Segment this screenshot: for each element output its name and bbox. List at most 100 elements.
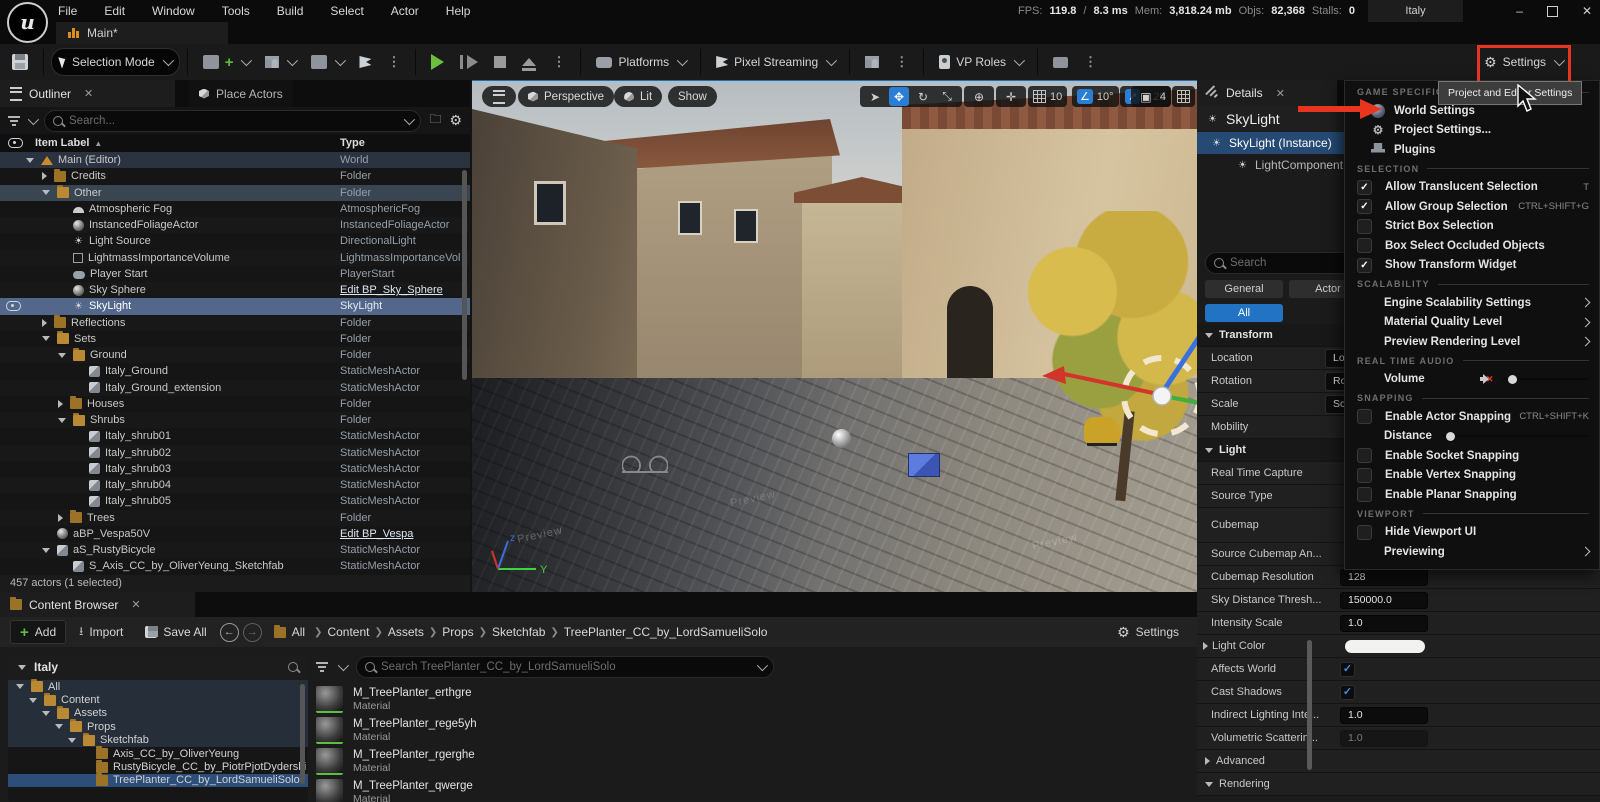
expander-icon[interactable] — [58, 353, 66, 358]
expander-icon[interactable] — [42, 190, 50, 195]
outliner-search-input[interactable]: Search... — [44, 110, 421, 132]
expander-icon[interactable] — [42, 172, 47, 180]
expander-icon[interactable] — [42, 711, 50, 716]
folder-tree-item[interactable]: Props — [8, 720, 308, 733]
asset-list-item[interactable]: M_TreePlanter_rgergheMaterial — [316, 746, 1189, 777]
outliner-row[interactable]: TreesFolder — [0, 510, 470, 526]
expander-icon[interactable] — [42, 319, 47, 327]
outliner-row[interactable]: Italy_shrub05StaticMeshActor — [0, 493, 470, 509]
back-button[interactable]: ← — [220, 623, 239, 642]
menu-item-plugins[interactable]: Plugins — [1345, 140, 1599, 160]
move-tool[interactable]: ✥ — [889, 87, 909, 106]
close-tab-icon[interactable]: ✕ — [84, 87, 93, 100]
expander-icon[interactable] — [68, 738, 76, 743]
filter-icon[interactable] — [8, 116, 20, 126]
blueprints-button[interactable] — [257, 49, 303, 75]
rotation-snap-control[interactable]: ∠10° — [1072, 86, 1119, 107]
menu-item-enable-actor-snapping[interactable]: Enable Actor SnappingCTRL+SHIFT+K — [1345, 407, 1599, 427]
close-details-icon[interactable]: ✕ — [1276, 87, 1285, 100]
checkbox-icon[interactable] — [1357, 219, 1372, 234]
filter-chevron-icon[interactable] — [338, 660, 349, 671]
save-all-button[interactable]: Save All — [136, 621, 215, 643]
folder-tree-item[interactable]: Sketchfab — [8, 734, 308, 747]
slider-knob[interactable] — [1446, 432, 1455, 441]
outliner-row-type[interactable]: Edit BP_Vespa — [340, 528, 413, 540]
frame-skip-button[interactable] — [452, 49, 486, 75]
property-checkbox[interactable]: ✓ — [1340, 685, 1355, 700]
breadcrumb-item[interactable]: TreePlanter_CC_by_LordSamueliSolo — [564, 625, 768, 639]
outliner-row[interactable]: ShrubsFolder — [0, 412, 470, 428]
checkbox-icon[interactable]: ✓ — [1357, 180, 1372, 195]
expander-icon[interactable] — [29, 698, 37, 703]
folder-tree-item[interactable]: Assets — [8, 707, 308, 720]
menu-item-allow-translucent-selection[interactable]: ✓Allow Translucent SelectionT — [1345, 178, 1599, 198]
outliner-row[interactable]: aBP_Vespa50VEdit BP_Vespa — [0, 526, 470, 542]
property-value-field[interactable]: 150000.0 — [1340, 592, 1428, 609]
add-actor-button[interactable]: + — [195, 49, 258, 75]
eject-button[interactable] — [514, 49, 544, 75]
asset-search-input[interactable]: Search TreePlanter_CC_by_LordSamueliSolo — [356, 656, 774, 678]
outliner-row[interactable]: SetsFolder — [0, 331, 470, 347]
platforms-dropdown[interactable]: Platforms — [588, 49, 693, 75]
tree-scrollbar[interactable] — [300, 684, 305, 784]
folder-tree-item[interactable]: Axis_CC_by_OliverYeung — [8, 747, 308, 760]
outliner-scrollbar[interactable] — [462, 170, 467, 380]
checkbox-icon[interactable] — [1357, 468, 1372, 483]
checkbox-icon[interactable]: ✓ — [1357, 199, 1372, 214]
rotate-tool[interactable]: ↻ — [913, 87, 933, 106]
menubar-item-actor[interactable]: Actor — [391, 4, 419, 18]
expander-icon[interactable] — [42, 548, 50, 553]
menu-item-enable-vertex-snapping[interactable]: Enable Vertex Snapping — [1345, 466, 1599, 486]
outliner-row[interactable]: ☀Light SourceDirectionalLight — [0, 233, 470, 249]
checkbox-icon[interactable] — [1357, 409, 1372, 424]
checkbox-icon[interactable] — [1357, 238, 1372, 253]
menubar-item-help[interactable]: Help — [446, 4, 471, 18]
perspective-dropdown[interactable]: Perspective — [518, 86, 614, 107]
menubar-item-edit[interactable]: Edit — [104, 4, 125, 18]
details-filter-general[interactable]: General — [1205, 280, 1283, 298]
tab-main-level[interactable]: Main* — [56, 22, 228, 44]
outliner-row[interactable]: InstancedFoliageActorInstancedFoliageAct… — [0, 217, 470, 233]
cinematics-button[interactable] — [303, 49, 351, 75]
folder-tree-item[interactable]: Content — [8, 693, 308, 706]
multi-user-button[interactable] — [857, 49, 887, 75]
outliner-row-type[interactable]: Edit BP_Sky_Sphere — [340, 284, 443, 296]
outliner-row[interactable]: Italy_shrub01StaticMeshActor — [0, 428, 470, 444]
menu-item-project-settings-[interactable]: ⚙Project Settings... — [1345, 121, 1599, 141]
viewport-options-button[interactable] — [482, 86, 516, 107]
outliner-row[interactable]: ReflectionsFolder — [0, 315, 470, 331]
outliner-row[interactable]: S_Axis_CC_by_OliverYeung_SketchfabStatic… — [0, 558, 470, 574]
play-options[interactable]: ⋮ — [544, 49, 573, 75]
outliner-row[interactable]: Main (Editor)World — [0, 152, 470, 168]
expander-icon[interactable] — [58, 418, 66, 423]
checkbox-icon[interactable] — [1357, 448, 1372, 463]
asset-list-item[interactable]: M_TreePlanter_erthgreMaterial — [316, 684, 1189, 715]
minimize-button[interactable]: – — [1516, 0, 1523, 22]
search-chevron-icon[interactable] — [757, 660, 768, 671]
filter-icon[interactable] — [316, 662, 328, 672]
volume-slider[interactable] — [1442, 435, 1589, 437]
new-folder-icon[interactable]: 🗀 — [429, 110, 441, 131]
menu-item-distance[interactable]: Distance — [1345, 427, 1599, 447]
close-content-browser-icon[interactable]: ✕ — [131, 598, 140, 611]
expander-icon[interactable] — [1205, 333, 1213, 338]
import-button[interactable]: ⭳Import — [70, 621, 132, 643]
visibility-toggle[interactable] — [0, 301, 26, 311]
source-collection-header[interactable]: Italy — [8, 654, 308, 680]
surface-snapping-button[interactable]: ✛ — [996, 86, 1026, 107]
menu-item-show-transform-widget[interactable]: ✓Show Transform Widget — [1345, 256, 1599, 276]
checkbox-icon[interactable]: ✓ — [1357, 258, 1372, 273]
level-viewport[interactable]: Preview Preview Preview Perspective Lit … — [472, 80, 1197, 593]
play-button[interactable] — [423, 49, 452, 75]
tab-outliner[interactable]: Outliner✕ — [0, 80, 175, 107]
outliner-row[interactable]: Sky SphereEdit BP_Sky_Sphere — [0, 282, 470, 298]
slider-knob[interactable] — [1508, 375, 1517, 384]
select-tool[interactable]: ➤ — [865, 87, 885, 106]
muted-speaker-icon[interactable]: ✕ — [1480, 374, 1492, 384]
property-value-field[interactable]: 128 — [1340, 569, 1428, 586]
outliner-row[interactable]: Italy_shrub03StaticMeshActor — [0, 461, 470, 477]
breadcrumb-item[interactable]: Assets — [388, 625, 424, 639]
search-icon[interactable] — [288, 662, 298, 672]
maximize-button[interactable] — [1547, 6, 1558, 17]
expander-icon[interactable] — [1203, 642, 1208, 650]
